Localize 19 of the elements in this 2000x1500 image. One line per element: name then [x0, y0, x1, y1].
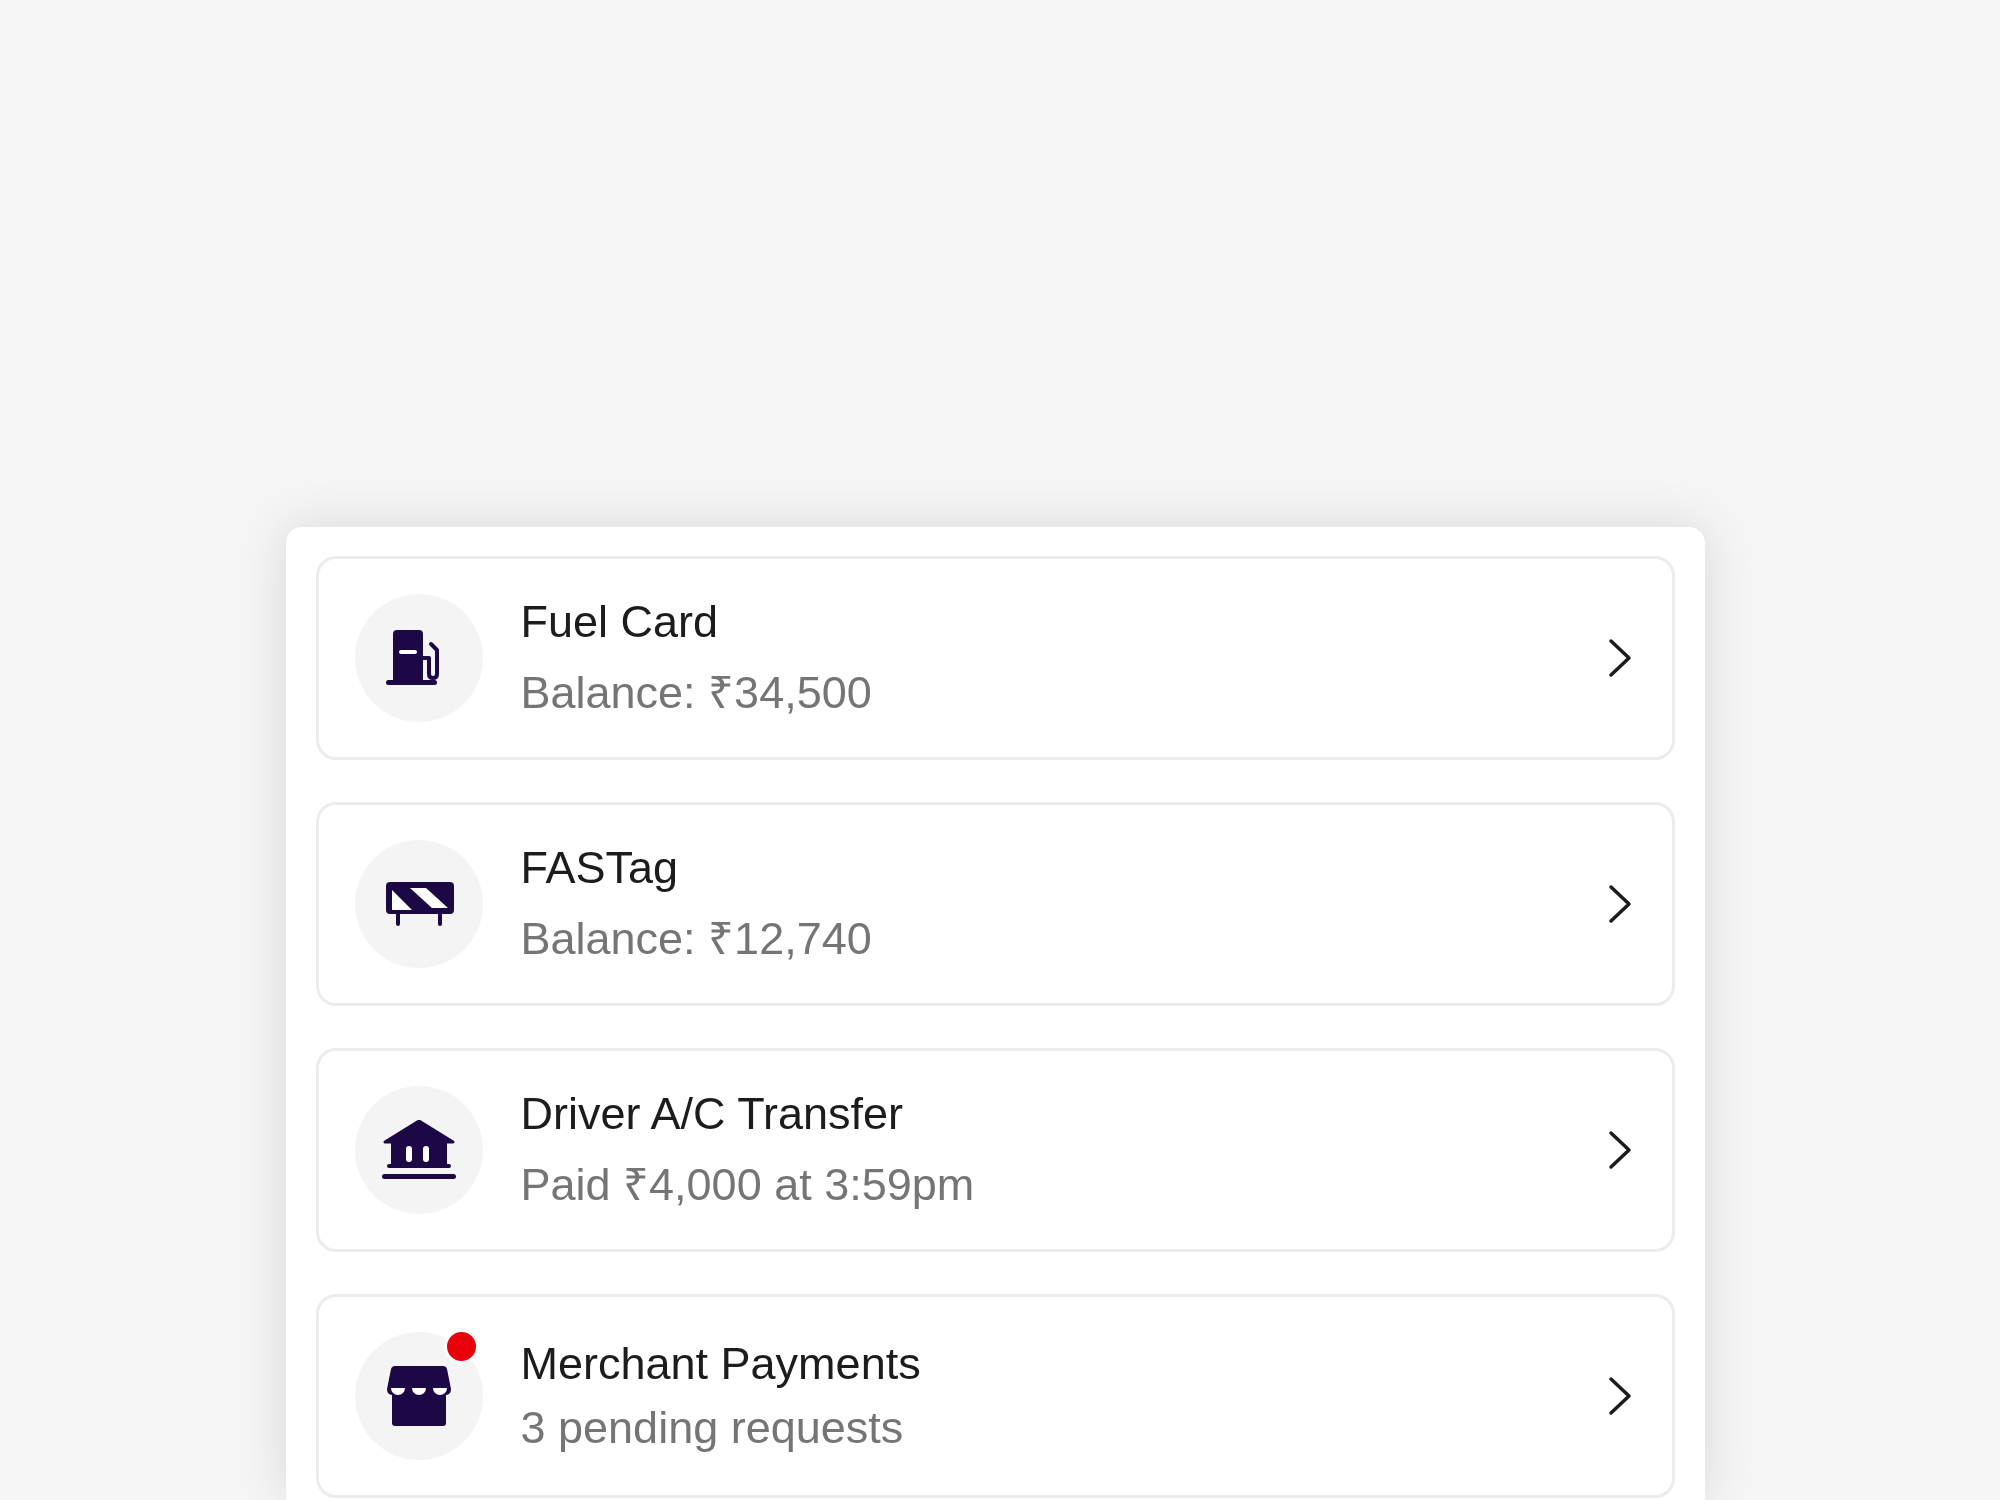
chevron-right-icon — [1607, 1130, 1632, 1170]
item-subtitle: Balance: ₹34,500 — [520, 665, 873, 720]
chevron-right-icon — [1607, 884, 1632, 924]
chevron-right-icon — [1607, 1376, 1632, 1416]
road-barrier-icon — [383, 882, 454, 926]
chevron-right-icon — [1607, 638, 1632, 678]
item-subtitle: Balance: ₹12,740 — [520, 911, 873, 966]
item-title: FASTag — [520, 841, 680, 894]
item-title: Merchant Payments — [520, 1338, 922, 1390]
bank-icon — [381, 1120, 456, 1180]
item-subtitle: Paid ₹4,000 at 3:59pm — [520, 1157, 976, 1212]
item-title: Fuel Card — [520, 595, 720, 648]
list-item[interactable]: Driver A/C Transfer Paid ₹4,000 at 3:59pm — [315, 1048, 1675, 1252]
item-subtitle: 3 pending requests — [520, 1402, 905, 1454]
list-item[interactable]: Fuel Card Balance: ₹34,500 — [315, 556, 1675, 760]
item-title: Driver A/C Transfer — [520, 1087, 905, 1140]
list-item[interactable]: Merchant Payments 3 pending requests — [315, 1294, 1675, 1498]
shop-icon — [386, 1366, 451, 1426]
list-item[interactable]: FASTag Balance: ₹12,740 — [315, 802, 1675, 1006]
